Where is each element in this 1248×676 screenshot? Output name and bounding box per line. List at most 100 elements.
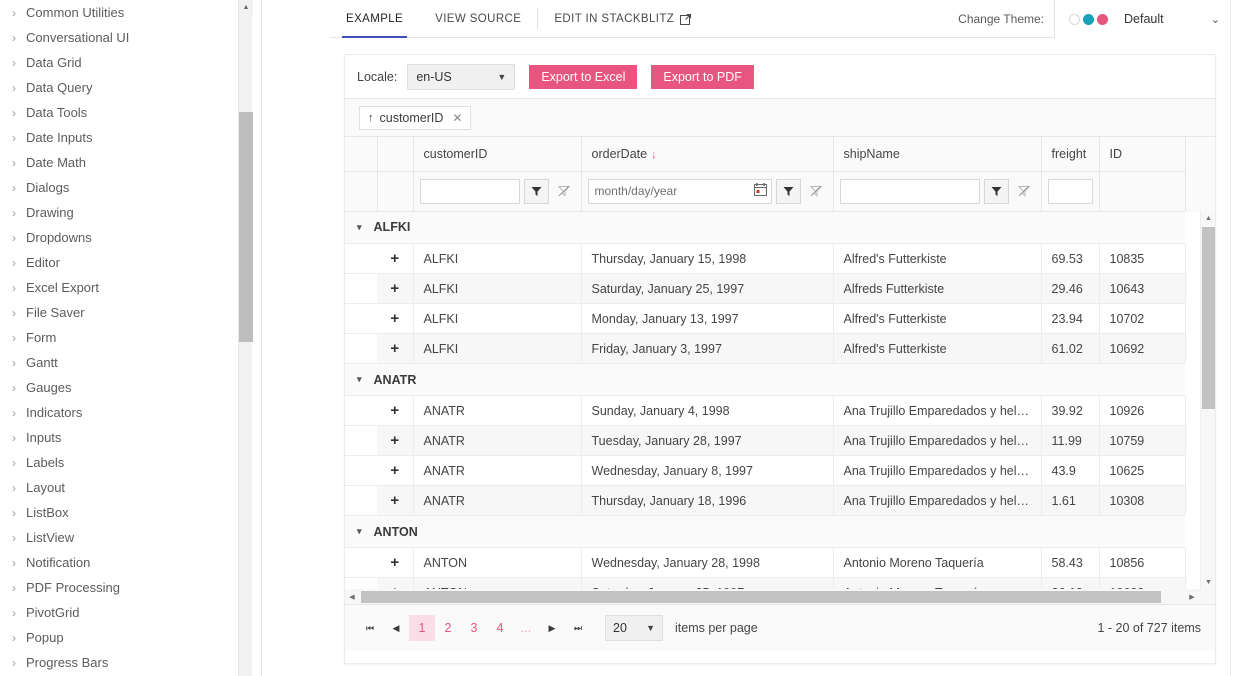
expand-row-icon[interactable]: + <box>390 433 399 448</box>
pager-page-4[interactable]: 4 <box>487 615 513 641</box>
filter-menu-button-shipname[interactable] <box>983 178 1009 204</box>
expand-row-icon[interactable]: + <box>390 341 399 356</box>
filter-menu-button-orderdate[interactable] <box>775 178 801 204</box>
grid-header-orderdate[interactable]: orderDate ↓ <box>581 137 834 172</box>
clear-filter-button-customerid[interactable] <box>553 179 575 204</box>
sidebar-scrollbar-thumb[interactable] <box>239 112 253 342</box>
grid-cell-expand[interactable]: + <box>377 547 414 578</box>
sidebar-item-inputs[interactable]: › Inputs <box>0 425 262 450</box>
pager-page-3[interactable]: 3 <box>461 615 487 641</box>
sidebar-item-dropdowns[interactable]: › Dropdowns <box>0 225 262 250</box>
sidebar-item-data-query[interactable]: › Data Query <box>0 75 262 100</box>
expand-row-icon[interactable]: + <box>390 555 399 570</box>
locale-select[interactable]: en-US ▼ <box>407 63 516 90</box>
group-chip-customerid[interactable]: ↑ customerID ✕ <box>359 105 472 130</box>
sidebar-scroll-up-arrow-icon[interactable]: ▲ <box>239 0 253 15</box>
grid-cell-expand[interactable]: + <box>377 425 414 456</box>
calendar-icon[interactable] <box>753 183 767 199</box>
group-collapse-icon[interactable]: ▾ <box>357 222 362 233</box>
grid-cell-expand[interactable]: + <box>377 273 414 304</box>
grid-cell-expand[interactable]: + <box>377 303 414 334</box>
grid-header-id[interactable]: ID <box>1099 137 1186 172</box>
sidebar-item-gantt[interactable]: › Gantt <box>0 350 262 375</box>
grid-vertical-scrollbar-thumb[interactable] <box>1202 227 1215 409</box>
sidebar-item-common-utilities[interactable]: › Common Utilities <box>0 0 262 25</box>
sidebar-item-form[interactable]: › Form <box>0 325 262 350</box>
sidebar-item-dialogs[interactable]: › Dialogs <box>0 175 262 200</box>
expand-row-icon[interactable]: + <box>390 493 399 508</box>
pager-first-button[interactable]: ⏮ <box>357 615 383 641</box>
page-size-select[interactable]: 20 ▼ <box>605 615 663 641</box>
grid-cell-expand[interactable]: + <box>377 395 414 426</box>
grid-header-freight[interactable]: freight <box>1041 137 1100 172</box>
sort-ascending-icon[interactable]: ↑ <box>368 112 374 124</box>
grid-scroll-right-arrow-icon[interactable]: ▶ <box>1185 589 1199 605</box>
tab-example[interactable]: EXAMPLE <box>330 0 419 38</box>
sidebar-item-conversational-ui[interactable]: › Conversational UI <box>0 25 262 50</box>
pager-page-1[interactable]: 1 <box>409 615 435 641</box>
pager-prev-button[interactable]: ◀ <box>383 615 409 641</box>
group-panel[interactable]: ↑ customerID ✕ <box>345 99 1215 137</box>
sidebar-scrollbar[interactable]: ▲ <box>238 0 253 676</box>
pager-page-2[interactable]: 2 <box>435 615 461 641</box>
table-row[interactable]: + ALFKI Saturday, January 25, 1997 Alfreds … <box>345 273 1186 304</box>
pager-next-button[interactable]: ▶ <box>539 615 565 641</box>
grid-horizontal-scrollbar[interactable]: ◀ ▶ <box>345 589 1215 605</box>
sidebar-item-popup[interactable]: › Popup <box>0 625 262 650</box>
grid-scroll-up-arrow-icon[interactable]: ▲ <box>1201 211 1215 225</box>
expand-row-icon[interactable]: + <box>390 311 399 326</box>
grid-group-row[interactable]: ▾ ANATR <box>345 363 1186 396</box>
filter-input-customerid[interactable] <box>419 178 520 204</box>
expand-row-icon[interactable]: + <box>390 281 399 296</box>
sidebar-item-pdf-processing[interactable]: › PDF Processing <box>0 575 262 600</box>
table-row[interactable]: + ALFKI Friday, January 3, 1997 Alfred's Fu… <box>345 333 1186 364</box>
grid-group-row[interactable]: ▾ ANTON <box>345 515 1186 548</box>
sidebar-item-gauges[interactable]: › Gauges <box>0 375 262 400</box>
grid-cell-expand[interactable]: + <box>377 577 414 589</box>
sidebar-item-indicators[interactable]: › Indicators <box>0 400 262 425</box>
clear-filter-button-orderdate[interactable] <box>805 179 827 204</box>
grid-vertical-scrollbar[interactable]: ▲ ▼ <box>1200 211 1215 589</box>
sidebar-item-layout[interactable]: › Layout <box>0 475 262 500</box>
sidebar-item-notification[interactable]: › Notification <box>0 550 262 575</box>
expand-row-icon[interactable]: + <box>390 251 399 266</box>
filter-menu-button-customerid[interactable] <box>523 178 549 204</box>
grid-header-customerid[interactable]: customerID <box>413 137 582 172</box>
table-row[interactable]: + ANATR Tuesday, January 28, 1997 Ana Truji… <box>345 425 1186 456</box>
sidebar-item-listbox[interactable]: › ListBox <box>0 500 262 525</box>
sidebar-item-file-saver[interactable]: › File Saver <box>0 300 262 325</box>
export-to-pdf-button[interactable]: Export to PDF <box>651 64 754 89</box>
expand-row-icon[interactable]: + <box>390 463 399 478</box>
export-to-excel-button[interactable]: Export to Excel <box>529 64 638 89</box>
table-row[interactable]: + ANATR Sunday, January 4, 1998 Ana Trujill… <box>345 395 1186 426</box>
clear-filter-button-shipname[interactable] <box>1013 179 1035 204</box>
expand-row-icon[interactable]: + <box>390 403 399 418</box>
sidebar-item-progress-bars[interactable]: › Progress Bars <box>0 650 262 675</box>
sidebar-item-date-math[interactable]: › Date Math <box>0 150 262 175</box>
close-icon[interactable]: ✕ <box>452 111 462 125</box>
grid-header-shipname[interactable]: shipName <box>833 137 1042 172</box>
grid-cell-expand[interactable]: + <box>377 243 414 274</box>
grid-cell-expand[interactable]: + <box>377 485 414 516</box>
group-collapse-icon[interactable]: ▾ <box>357 374 362 385</box>
table-row[interactable]: + ALFKI Monday, January 13, 1997 Alfred's F… <box>345 303 1186 334</box>
chevron-down-icon[interactable]: ⌄ <box>1211 13 1220 26</box>
sidebar-item-excel-export[interactable]: › Excel Export <box>0 275 262 300</box>
sidebar-item-data-grid[interactable]: › Data Grid <box>0 50 262 75</box>
table-row[interactable]: + ANTON Wednesday, January 28, 1998 Antonio… <box>345 547 1186 578</box>
sidebar-item-listview[interactable]: › ListView <box>0 525 262 550</box>
filter-input-freight[interactable] <box>1047 178 1093 204</box>
tab-view-source[interactable]: VIEW SOURCE <box>419 0 537 37</box>
tab-edit-in-stackblitz[interactable]: EDIT IN STACKBLITZ <box>538 0 707 37</box>
table-row[interactable]: + ANATR Thursday, January 18, 1996 Ana Truj… <box>345 485 1186 516</box>
grid-scroll-left-arrow-icon[interactable]: ◀ <box>345 589 359 605</box>
pager-last-button[interactable]: ⏭ <box>565 615 591 641</box>
grid-cell-expand[interactable]: + <box>377 333 414 364</box>
sidebar-item-date-inputs[interactable]: › Date Inputs <box>0 125 262 150</box>
table-row[interactable]: + ALFKI Thursday, January 15, 1998 Alfred's… <box>345 243 1186 274</box>
theme-select[interactable]: Default ⌄ <box>1054 0 1230 38</box>
sidebar-item-data-tools[interactable]: › Data Tools <box>0 100 262 125</box>
table-row[interactable]: +ANTONSaturday, January 25, 1997Antonio … <box>345 577 1186 589</box>
sidebar-item-editor[interactable]: › Editor <box>0 250 262 275</box>
group-collapse-icon[interactable]: ▾ <box>357 526 362 537</box>
